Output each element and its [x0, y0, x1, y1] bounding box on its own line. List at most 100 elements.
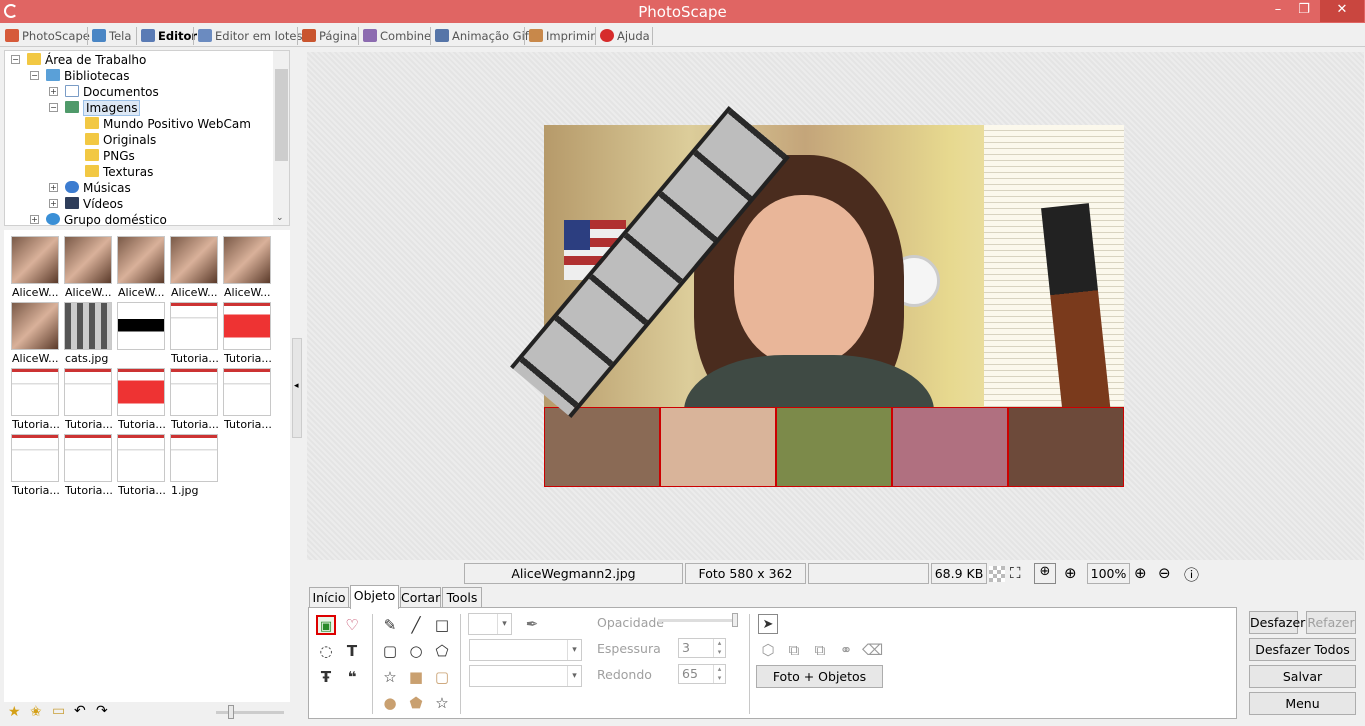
speech-balloon-icon[interactable]: ◌ — [316, 641, 336, 661]
tab-combine[interactable]: Combine — [360, 25, 431, 47]
tree-item-texturas[interactable]: Texturas — [85, 164, 153, 180]
undo-all-button[interactable]: Desfazer Todos — [1249, 638, 1356, 661]
open-folder-icon[interactable]: ▭ — [52, 703, 65, 719]
thumbnail-image[interactable] — [11, 236, 59, 284]
tab-ajuda[interactable]: Ajuda — [597, 25, 650, 47]
text-icon[interactable]: T — [342, 641, 362, 661]
thumbnail-image[interactable] — [117, 236, 165, 284]
panel-splitter[interactable]: ◂ — [292, 338, 302, 438]
thumbnail-image[interactable] — [117, 368, 165, 416]
thumbnail-image[interactable] — [117, 302, 165, 350]
thumbnail-image[interactable] — [170, 236, 218, 284]
spin-arrows-icon[interactable]: ▴ ▾ — [713, 665, 725, 683]
duplicate-icon[interactable]: ⧉ — [810, 640, 830, 660]
tab-tela[interactable]: Tela — [89, 25, 131, 47]
slider-handle[interactable] — [228, 705, 234, 719]
tab-tools[interactable]: Tools — [442, 587, 482, 608]
copy-object-icon[interactable]: ⧉ — [784, 640, 804, 660]
tree-item-originals[interactable]: Originals — [85, 132, 156, 148]
maximize-button[interactable]: ❐ — [1292, 0, 1316, 22]
tab-photoscape[interactable]: PhotoScape — [2, 25, 90, 47]
circle-icon[interactable]: ○ — [406, 641, 426, 661]
tab-editor[interactable]: Editor — [138, 25, 197, 47]
tree-item-grupo-domestico[interactable]: + Grupo doméstico — [30, 212, 167, 228]
thumbnail-image[interactable] — [11, 434, 59, 482]
thumbnail-image[interactable] — [64, 368, 112, 416]
thumbnail-image[interactable] — [64, 302, 112, 350]
scroll-down-icon[interactable]: ⌄ — [276, 213, 284, 223]
transparency-icon[interactable] — [989, 566, 1005, 582]
redo-button[interactable]: Refazer — [1306, 611, 1356, 634]
pencil-icon[interactable]: ✎ — [380, 615, 400, 635]
thumbnail-image[interactable] — [170, 302, 218, 350]
tab-batch-editor[interactable]: Editor em lotes — [195, 25, 302, 47]
zoom-out-icon[interactable]: ⊖ — [1158, 564, 1171, 582]
star-icon[interactable]: ☆ — [380, 667, 400, 687]
select-pointer-icon[interactable]: ➤ — [758, 614, 778, 634]
tree-item-pngs[interactable]: PNGs — [85, 148, 135, 164]
tab-pagina[interactable]: Página — [299, 25, 357, 47]
group-icon[interactable]: ⚭ — [836, 640, 856, 660]
pentagon-icon[interactable]: ⬠ — [432, 641, 452, 661]
filled-pentagon-icon[interactable]: ⬟ — [406, 693, 426, 713]
zoom-fit-icon[interactable]: ⊕ — [1064, 564, 1077, 582]
thumbnail-image[interactable] — [11, 302, 59, 350]
spin-arrows-icon[interactable]: ▴ ▾ — [713, 639, 725, 657]
star-outline-icon[interactable]: ☆ — [432, 693, 452, 713]
thumbnail-image[interactable] — [223, 236, 271, 284]
tab-cortar[interactable]: Cortar — [400, 587, 441, 608]
thumb-size-slider[interactable] — [216, 711, 284, 714]
back-icon[interactable]: ↶ — [74, 703, 86, 719]
thumbnail-image[interactable] — [223, 368, 271, 416]
text-format-icon[interactable]: Ŧ — [316, 667, 336, 687]
filled-rounded-rect-icon[interactable]: ▢ — [432, 667, 452, 687]
actual-size-icon[interactable]: ⊕ — [1034, 563, 1056, 584]
bring-front-icon[interactable]: ⬡ — [758, 640, 778, 660]
zoom-in-icon[interactable]: ⊕ — [1134, 564, 1147, 582]
line-icon[interactable]: ╱ — [406, 615, 426, 635]
thumbnail-image[interactable] — [11, 368, 59, 416]
tree-item-desktop[interactable]: − Área de Trabalho — [11, 52, 146, 68]
tab-animacao-gif[interactable]: Animação Gif — [432, 25, 529, 47]
favorites-icon[interactable]: ✬ — [30, 704, 42, 720]
line-style-dropdown[interactable]: ▾ — [469, 665, 582, 687]
collapse-icon[interactable]: ◂ — [294, 381, 299, 391]
tab-inicio[interactable]: Início — [309, 587, 349, 608]
tab-imprimir[interactable]: Imprimir — [526, 25, 595, 47]
fit-screen-icon[interactable]: ⛶ — [1010, 564, 1021, 582]
thumbnail-image[interactable] — [64, 434, 112, 482]
filled-circle-icon[interactable]: ● — [380, 693, 400, 713]
round-input[interactable]: 65 ▴ ▾ — [678, 664, 726, 684]
tree-item-videos[interactable]: + Vídeos — [49, 196, 123, 212]
delete-object-icon[interactable]: ⌫ — [862, 640, 883, 660]
tree-item-mundo-positivo[interactable]: Mundo Positivo WebCam — [85, 116, 251, 132]
tree-scrollbar[interactable]: ⌄ — [273, 51, 289, 225]
color-picker[interactable]: ▾ — [468, 613, 512, 635]
tab-objeto[interactable]: Objeto — [350, 585, 399, 609]
rounded-rect-icon[interactable]: ▢ — [380, 641, 400, 661]
filled-rect-icon[interactable]: ■ — [406, 667, 426, 687]
photo-object-icon[interactable]: ▣ — [316, 615, 336, 635]
rectangle-icon[interactable]: □ — [432, 615, 452, 635]
thumbnail-image[interactable] — [117, 434, 165, 482]
close-button[interactable]: ✕ — [1320, 0, 1364, 22]
tree-item-documentos[interactable]: + Documentos — [49, 84, 159, 100]
tree-item-bibliotecas[interactable]: − Bibliotecas — [30, 68, 129, 84]
favorite-icon[interactable]: ★ — [8, 704, 21, 720]
info-icon[interactable]: ⓘ — [1184, 564, 1199, 585]
style-dropdown[interactable]: ▾ — [469, 639, 582, 661]
photo-objects-button[interactable]: Foto + Objetos — [756, 665, 883, 688]
forward-icon[interactable]: ↷ — [96, 703, 108, 719]
thumbnail-image[interactable] — [170, 434, 218, 482]
tree-item-imagens[interactable]: − Imagens — [49, 100, 141, 116]
thumbnail-image[interactable] — [64, 236, 112, 284]
opacity-slider-handle[interactable] — [732, 613, 738, 627]
quote-icon[interactable]: ❝ — [342, 667, 362, 687]
thumbnail-image[interactable] — [223, 302, 271, 350]
thumbnail-image[interactable] — [170, 368, 218, 416]
scrollbar-thumb[interactable] — [275, 69, 288, 161]
sticker-icon[interactable]: ♡ — [342, 615, 362, 635]
minimize-button[interactable]: – — [1266, 0, 1290, 22]
save-button[interactable]: Salvar — [1249, 665, 1356, 688]
tree-item-musicas[interactable]: + Músicas — [49, 180, 131, 196]
